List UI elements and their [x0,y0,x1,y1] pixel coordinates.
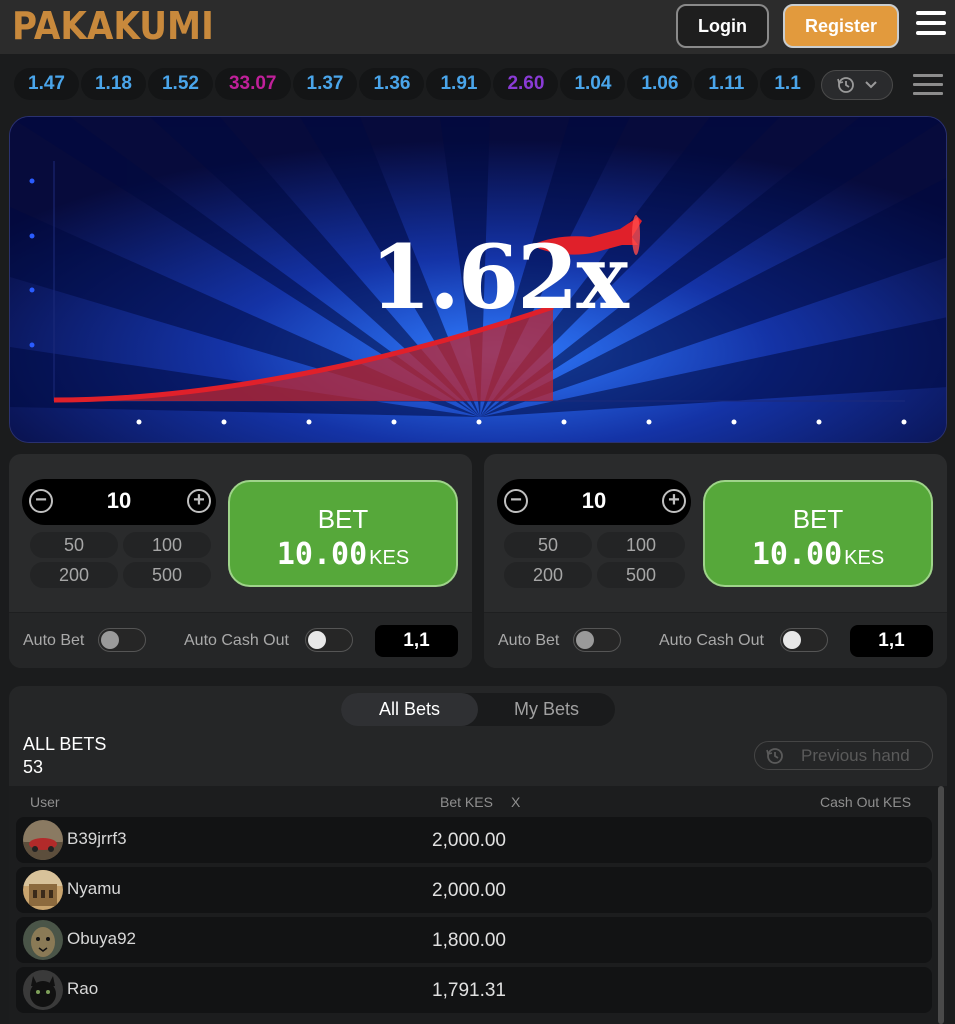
history-icon [766,747,783,764]
bet-button-label: BET [792,504,844,534]
auto-cashout-label: Auto Cash Out [659,632,764,649]
tab-all-bets[interactable]: All Bets [341,693,478,726]
quick-amount-button[interactable]: 500 [597,562,685,588]
bet-currency: KES [844,547,885,569]
plus-icon[interactable]: + [662,489,686,513]
multiplier-chip[interactable]: 33.07 [214,68,291,100]
stake-value[interactable]: 10 [62,488,176,514]
stake-stepper[interactable]: − 10 + [22,479,216,525]
multiplier-chip[interactable]: 1.18 [80,68,146,100]
auto-cashout-toggle[interactable] [780,628,828,652]
login-button[interactable]: Login [676,4,769,48]
bet-amount: 1,791.31 [432,980,506,1001]
plus-icon[interactable]: + [187,489,211,513]
table-row: Rao 1,791.31 [16,967,932,1013]
column-cashout: Cash Out KES [820,794,912,810]
bet-amount: 2,000.00 [432,830,506,851]
game-canvas: 1.62x [9,116,947,443]
avatar [23,970,63,1010]
bets-section: All Bets My Bets ALL BETS 53 Previous ha… [9,686,947,1024]
table-row: Obuya92 1,800.00 [16,917,932,963]
minus-icon[interactable]: − [29,489,53,513]
quick-amount-button[interactable]: 100 [123,532,211,558]
table-row: B39jrrf3 2,000.00 [16,817,932,863]
avatar [23,870,63,910]
bet-button[interactable]: BET 10.00 KES [703,480,933,587]
auto-cashout-label: Auto Cash Out [184,632,289,649]
stake-value[interactable]: 10 [537,488,651,514]
all-bets-count: 53 [23,757,44,777]
quick-amount-button[interactable]: 100 [597,532,685,558]
column-x: X [511,794,521,810]
tab-my-bets[interactable]: My Bets [478,693,615,726]
bet-panel-2: − 10 + 50 100 200 500 BET 10.00 KES Auto … [484,454,947,668]
auto-cashout-toggle[interactable] [305,628,353,652]
bet-currency: KES [369,547,410,569]
user-name: Rao [67,979,99,998]
hamburger-icon[interactable] [916,11,946,41]
avatar [23,920,63,960]
table-header: User Bet KES X Cash Out KES [9,786,947,816]
multiplier-chip[interactable]: 1.06 [627,68,693,100]
top-bar: PAKAKUMI Login Register [0,0,955,54]
user-name: Obuya92 [67,929,136,948]
multiplier-chip[interactable]: 1.36 [359,68,425,100]
bet-button[interactable]: BET 10.00 KES [228,480,458,587]
multiplier-chip[interactable]: 1.1 [760,68,815,100]
bet-amount: 10.00 [276,537,368,572]
multiplier-history-list: 1.47 1.18 1.52 33.07 1.37 1.36 1.91 2.60 1.04 1.0… [14,68,819,100]
column-bet: Bet KES [440,794,493,810]
bet-amount: 10.00 [751,537,843,572]
auto-bet-toggle[interactable] [573,628,621,652]
auto-cashout-input[interactable]: 1,1 [850,625,933,657]
multiplier-chip[interactable]: 1.37 [292,68,358,100]
history-icon [837,77,854,93]
quick-amount-button[interactable]: 200 [504,562,592,588]
multiplier-chip[interactable]: 1.04 [560,68,626,100]
bets-tabs: All Bets My Bets [341,693,615,726]
auto-cashout-input[interactable]: 1,1 [375,625,458,657]
multiplier-chip[interactable]: 1.11 [694,68,759,100]
multiplier-chip[interactable]: 1.91 [426,68,492,100]
brand-logo[interactable]: PAKAKUMI [12,4,214,48]
current-multiplier: 1.62x [370,225,629,329]
quick-amount-button[interactable]: 500 [123,562,211,588]
auto-bet-label: Auto Bet [23,632,85,649]
user-name: B39jrrf3 [67,829,127,848]
round-history-button[interactable] [821,70,893,100]
auto-bet-toggle[interactable] [98,628,146,652]
quick-amount-button[interactable]: 50 [30,532,118,558]
all-bets-title: ALL BETS [23,734,107,754]
table-row: Nyamu 2,000.00 [16,867,932,913]
register-button[interactable]: Register [783,4,899,48]
column-user: User [30,794,60,810]
bets-scrollbar[interactable] [938,786,944,1024]
bet-amount: 1,800.00 [432,930,506,951]
list-menu-icon[interactable] [913,74,943,96]
user-name: Nyamu [67,879,121,898]
auto-bet-label: Auto Bet [498,632,560,649]
multiplier-chip[interactable]: 1.52 [147,68,213,100]
bets-table: User Bet KES X Cash Out KES B39jrrf3 2,0… [9,786,947,1024]
chevron-down-icon [865,81,877,89]
previous-hand-label: Previous hand [801,745,910,765]
multiplier-history-bar: 1.47 1.18 1.52 33.07 1.37 1.36 1.91 2.60 1.04 1.0… [0,54,955,114]
bet-amount: 2,000.00 [432,880,506,901]
stake-stepper[interactable]: − 10 + [497,479,691,525]
minus-icon[interactable]: − [504,489,528,513]
avatar [23,820,63,860]
quick-amount-button[interactable]: 200 [30,562,118,588]
previous-hand-button[interactable]: Previous hand [754,741,933,770]
multiplier-chip[interactable]: 2.60 [493,68,559,100]
bet-button-label: BET [317,504,369,534]
bet-panel-1: − 10 + 50 100 200 500 BET 10.00 KES Auto … [9,454,472,668]
quick-amount-button[interactable]: 50 [504,532,592,558]
multiplier-chip[interactable]: 1.47 [14,68,79,100]
